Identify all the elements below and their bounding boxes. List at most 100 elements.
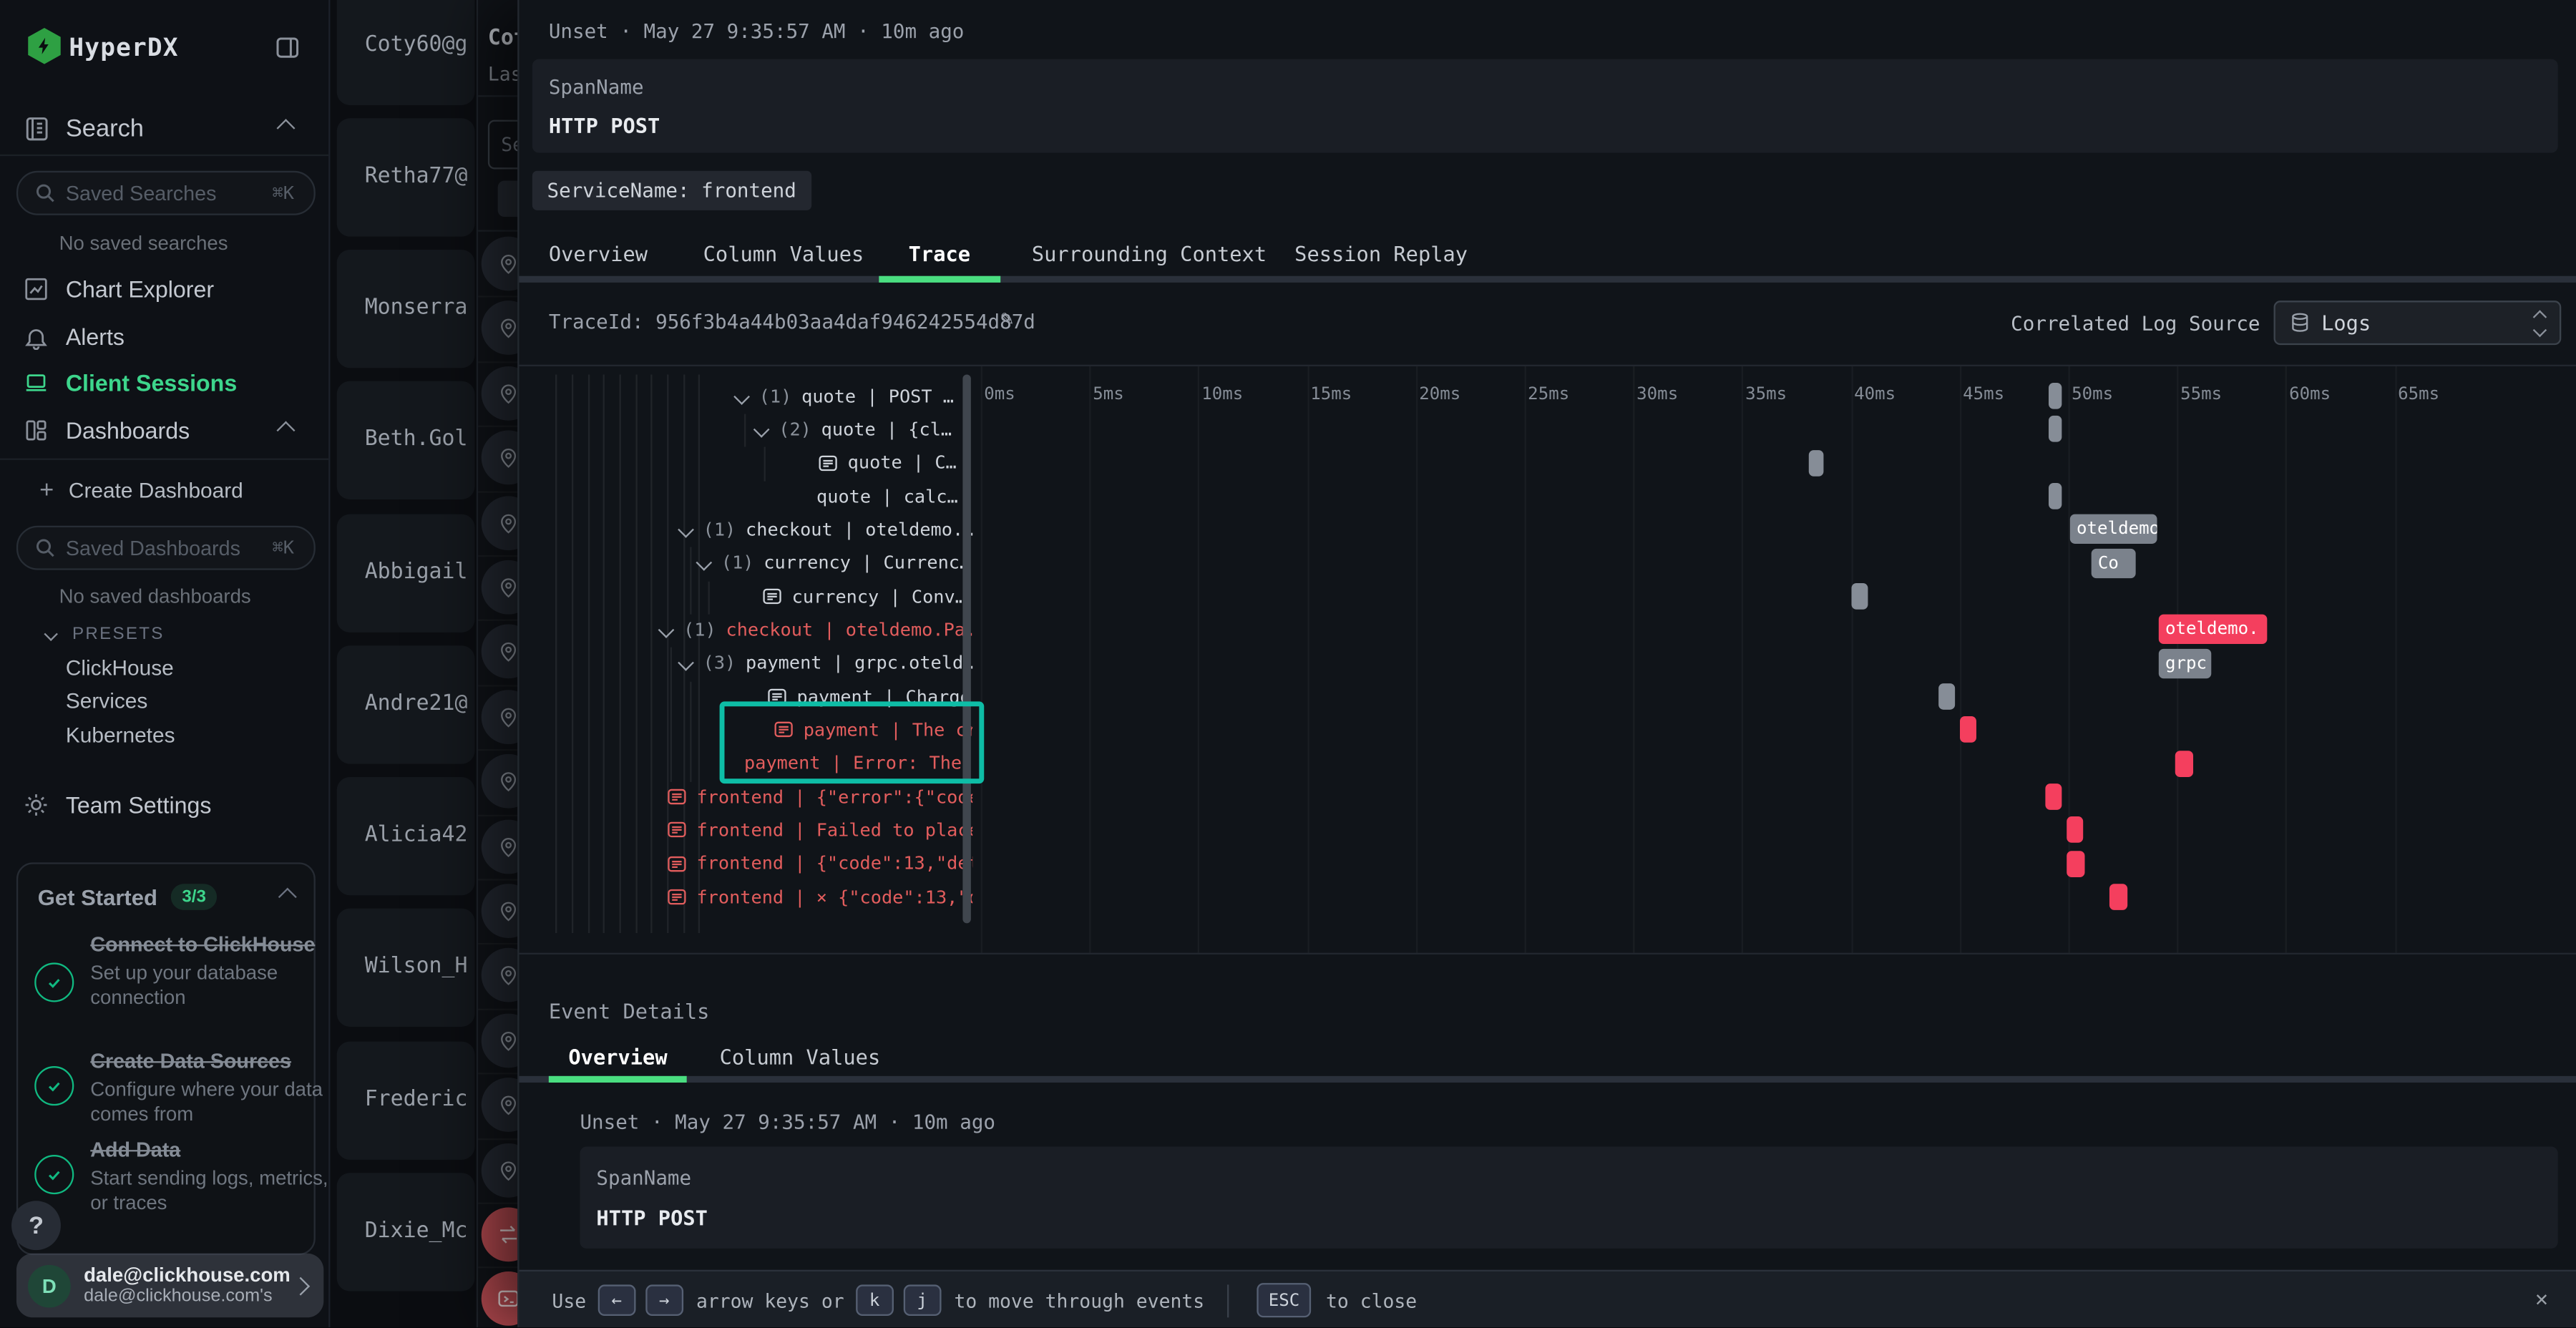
session-event-row[interactable]	[478, 749, 519, 816]
session-event-row[interactable]	[478, 232, 519, 298]
map-pin-icon[interactable]	[482, 495, 519, 550]
tab-event-column-values[interactable]: Column Values	[720, 1045, 881, 1069]
span-duration-bar[interactable]	[1809, 449, 1824, 476]
sidebar-item-chart-explorer[interactable]: Chart Explorer	[0, 268, 328, 311]
map-pin-icon[interactable]	[482, 366, 519, 421]
chevron-down-icon[interactable]	[698, 552, 721, 574]
map-pin-icon[interactable]	[482, 1143, 519, 1197]
span-duration-bar[interactable]	[2049, 483, 2062, 509]
service-name-chip[interactable]: ServiceName: frontend	[532, 171, 811, 210]
session-event-row[interactable]	[478, 1267, 519, 1328]
span-duration-bar[interactable]	[1851, 583, 1868, 610]
session-card[interactable]: Andre21@	[337, 645, 475, 763]
trace-span-row[interactable]: frontend | × {"code":13,"d…	[519, 880, 973, 914]
span-duration-bar[interactable]	[2045, 783, 2062, 810]
trace-span-row[interactable]: (1)checkout | oteldemo.…	[519, 513, 973, 547]
trace-span-row[interactable]: (3)payment | grpc.oteld…	[519, 647, 973, 680]
tab-session-replay[interactable]: Session Replay	[1294, 241, 1468, 265]
sidebar-item-search[interactable]: Search	[0, 107, 328, 150]
span-duration-bar[interactable]	[2175, 750, 2193, 776]
session-event-row[interactable]	[478, 555, 519, 622]
sidebar-item-team-settings[interactable]: Team Settings	[0, 783, 328, 826]
session-card[interactable]: Abbigail	[337, 514, 475, 633]
span-duration-bar[interactable]	[2049, 416, 2062, 443]
session-card[interactable]: Coty60@g	[337, 0, 475, 105]
session-card[interactable]: Beth.Gol	[337, 381, 475, 499]
get-started-item[interactable]: Connect to ClickHouse Set up your databa…	[34, 933, 333, 1009]
session-event-row[interactable]	[478, 1008, 519, 1075]
trace-span-row[interactable]: (1)quote | POST …	[519, 379, 973, 413]
session-card[interactable]: Retha77@	[337, 118, 475, 236]
brand-title[interactable]: HyperDX	[69, 33, 178, 62]
map-pin-icon[interactable]	[482, 560, 519, 615]
session-filter-button[interactable]	[498, 181, 519, 218]
saved-searches-input[interactable]: Saved Searches ⌘K	[16, 171, 316, 215]
span-duration-bar[interactable]: oteldemo.	[2159, 615, 2268, 644]
map-pin-icon[interactable]	[482, 690, 519, 744]
span-duration-bar[interactable]	[2067, 817, 2083, 844]
span-duration-bar[interactable]	[1938, 683, 1955, 710]
session-card[interactable]: Wilson_H	[337, 909, 475, 1027]
terminal-icon[interactable]	[482, 1272, 519, 1327]
map-pin-icon[interactable]	[482, 237, 519, 291]
tree-scrollbar[interactable]	[962, 374, 970, 923]
tab-trace[interactable]: Trace	[909, 241, 970, 265]
trace-span-row[interactable]: quote | calc…	[519, 479, 973, 513]
session-event-row[interactable]	[478, 361, 519, 428]
edit-pencil-icon[interactable]: ✎	[1000, 307, 1013, 331]
session-search-input[interactable]: Sea	[488, 120, 519, 170]
session-event-row[interactable]	[478, 814, 519, 881]
session-event-row[interactable]	[478, 879, 519, 945]
span-duration-bar[interactable]	[1960, 717, 1976, 743]
sidebar-item-alerts[interactable]: Alerts	[0, 315, 328, 358]
sidebar-item-client-sessions[interactable]: Client Sessions	[0, 361, 328, 404]
span-duration-bar[interactable]	[2049, 383, 2062, 409]
trace-span-row[interactable]: quote | C…	[519, 446, 973, 480]
chevron-up-icon[interactable]	[276, 119, 295, 137]
session-event-row[interactable]	[478, 620, 519, 686]
trace-span-row[interactable]: (2)quote | {cl…	[519, 413, 973, 446]
span-duration-bar[interactable]: grpc	[2159, 648, 2211, 678]
trace-span-row[interactable]: frontend | {"code":13,"det…	[519, 847, 973, 881]
map-pin-icon[interactable]	[482, 884, 519, 938]
session-card[interactable]: Dixie_Mc	[337, 1173, 475, 1291]
chevron-down-icon[interactable]	[660, 619, 683, 640]
span-duration-bar[interactable]: Co	[2092, 548, 2136, 577]
session-event-row[interactable]	[478, 1203, 519, 1269]
map-pin-icon[interactable]	[482, 1013, 519, 1068]
span-duration-bar[interactable]: oteldemo	[2070, 514, 2157, 544]
trace-span-row[interactable]: frontend | Failed to place…	[519, 814, 973, 847]
map-pin-icon[interactable]	[482, 1078, 519, 1133]
map-pin-icon[interactable]	[482, 949, 519, 1003]
sidebar-collapse-icon[interactable]	[274, 34, 301, 61]
saved-dashboards-input[interactable]: Saved Dashboards ⌘K	[16, 526, 316, 570]
trace-span-row[interactable]: currency | Conv…	[519, 580, 973, 613]
sidebar-item-dashboards[interactable]: Dashboards	[0, 409, 328, 452]
tab-overview[interactable]: Overview	[549, 241, 648, 265]
map-pin-icon[interactable]	[482, 754, 519, 809]
chevron-down-icon[interactable]	[680, 653, 703, 674]
tab-surrounding-context[interactable]: Surrounding Context	[1032, 241, 1267, 265]
session-event-row[interactable]	[478, 1138, 519, 1204]
session-event-row[interactable]	[478, 944, 519, 1010]
chevron-down-icon[interactable]	[736, 386, 759, 407]
swap-arrows-icon[interactable]	[482, 1207, 519, 1261]
log-source-select[interactable]: Logs	[2274, 301, 2562, 345]
chevron-down-icon[interactable]	[680, 519, 703, 540]
tab-event-overview[interactable]: Overview	[568, 1045, 667, 1069]
session-event-row[interactable]	[478, 1073, 519, 1140]
map-pin-icon[interactable]	[482, 819, 519, 874]
map-pin-icon[interactable]	[482, 301, 519, 356]
user-menu[interactable]: D dale@clickhouse.com dale@clickhouse.co…	[16, 1254, 323, 1318]
session-event-row[interactable]	[478, 685, 519, 751]
session-card[interactable]: Frederic	[337, 1042, 475, 1160]
chevron-up-icon[interactable]	[276, 421, 295, 440]
trace-span-row[interactable]: (1)currency | Currenc…	[519, 547, 973, 580]
span-duration-bar[interactable]	[2109, 884, 2127, 910]
close-icon[interactable]: ✕	[2535, 1288, 2548, 1312]
hyperdx-logo-icon[interactable]	[26, 28, 63, 64]
session-card[interactable]: Monserra	[337, 250, 475, 368]
map-pin-icon[interactable]	[482, 625, 519, 679]
trace-span-row[interactable]: (1)checkout | oteldemo.Pa…	[519, 613, 973, 647]
session-event-row[interactable]	[478, 491, 519, 557]
